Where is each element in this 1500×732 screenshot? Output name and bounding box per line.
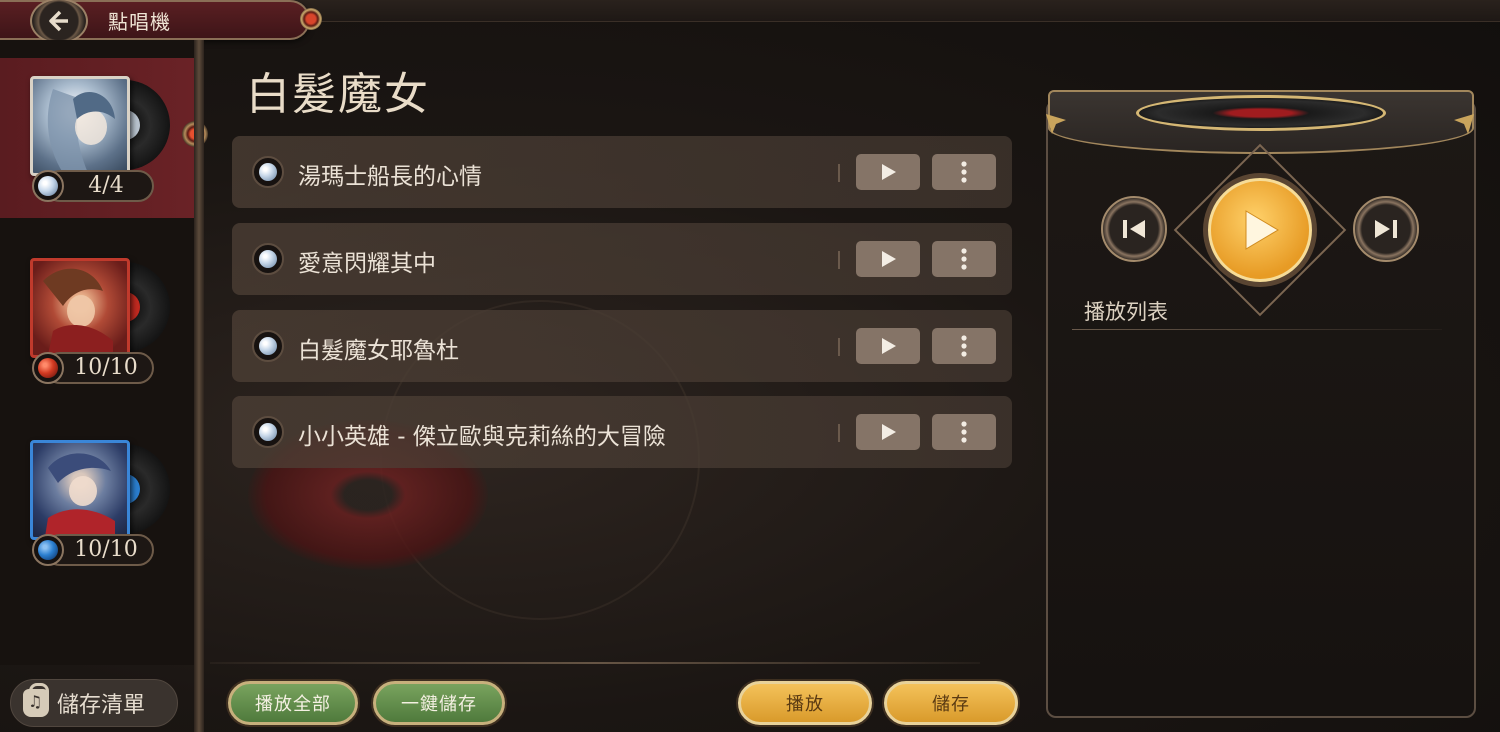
playlist-heading: 播放列表 [1084, 300, 1168, 324]
song-title: 白髮魔女耶魯杜 [298, 338, 459, 364]
one-click-save-button[interactable]: 一鍵儲存 [373, 681, 505, 725]
disc-icon [252, 156, 284, 188]
divider [838, 424, 840, 442]
play-button[interactable]: 播放 [738, 681, 872, 725]
music-bag-icon [23, 683, 49, 717]
next-track-button[interactable] [1353, 196, 1419, 262]
skip-next-icon [1375, 220, 1397, 238]
album-item-2[interactable]: 10/10 [0, 240, 180, 390]
column-divider [194, 40, 204, 732]
save-list-button[interactable]: 儲存清單 [10, 679, 178, 727]
album-badge-icon [32, 534, 64, 566]
save-list-label: 儲存清單 [57, 693, 146, 718]
more-vertical-icon [961, 335, 967, 357]
play-icon [882, 164, 896, 180]
album-badge-icon [32, 170, 64, 202]
disc-icon [252, 416, 284, 448]
corner-ornament-icon [1046, 114, 1066, 134]
skip-previous-icon [1123, 220, 1145, 238]
play-icon [882, 251, 896, 267]
play-icon [882, 424, 896, 440]
disc-icon [252, 243, 284, 275]
album-item-1[interactable]: 4/4 [0, 58, 180, 208]
save-button[interactable]: 儲存 [884, 681, 1018, 725]
play-song-button[interactable] [856, 154, 920, 190]
album-cover [30, 76, 130, 176]
play-song-button[interactable] [856, 241, 920, 277]
more-vertical-icon [961, 248, 967, 270]
divider [838, 251, 840, 269]
album-item-3[interactable]: 10/10 [0, 422, 180, 572]
play-icon [882, 338, 896, 354]
disc-icon [252, 330, 284, 362]
more-vertical-icon [961, 161, 967, 183]
play-icon [1245, 210, 1279, 250]
play-all-button[interactable]: 播放全部 [228, 681, 358, 725]
main-play-button[interactable] [1208, 178, 1312, 282]
album-badge-icon [32, 352, 64, 384]
corner-ornament-icon [1454, 114, 1474, 134]
more-vertical-icon [961, 421, 967, 443]
album-cover [30, 440, 130, 540]
song-row[interactable]: 愛意閃耀其中 [232, 223, 1012, 295]
song-title: 愛意閃耀其中 [298, 251, 436, 277]
song-row[interactable]: 白髮魔女耶魯杜 [232, 310, 1012, 382]
divider [210, 662, 980, 664]
back-arrow-icon [49, 10, 68, 32]
album-title: 白髮魔女 [246, 69, 430, 120]
divider [1072, 329, 1442, 330]
previous-track-button[interactable] [1101, 196, 1167, 262]
song-row[interactable]: 小小英雄 - 傑立歐與克莉絲的大冒險 [232, 396, 1012, 468]
song-title: 小小英雄 - 傑立歐與克莉絲的大冒險 [298, 424, 666, 450]
divider [838, 164, 840, 182]
play-song-button[interactable] [856, 328, 920, 364]
song-options-button[interactable] [932, 154, 996, 190]
turntable-record-icon [1136, 95, 1386, 131]
page-title: 點唱機 [108, 10, 171, 34]
song-row[interactable]: 湯瑪士船長的心情 [232, 136, 1012, 208]
back-button[interactable] [30, 0, 88, 44]
divider [838, 338, 840, 356]
album-cover [30, 258, 130, 358]
song-options-button[interactable] [932, 328, 996, 364]
song-options-button[interactable] [932, 241, 996, 277]
play-song-button[interactable] [856, 414, 920, 450]
song-options-button[interactable] [932, 414, 996, 450]
song-title: 湯瑪士船長的心情 [298, 164, 482, 190]
title-ornament-icon [300, 8, 322, 30]
